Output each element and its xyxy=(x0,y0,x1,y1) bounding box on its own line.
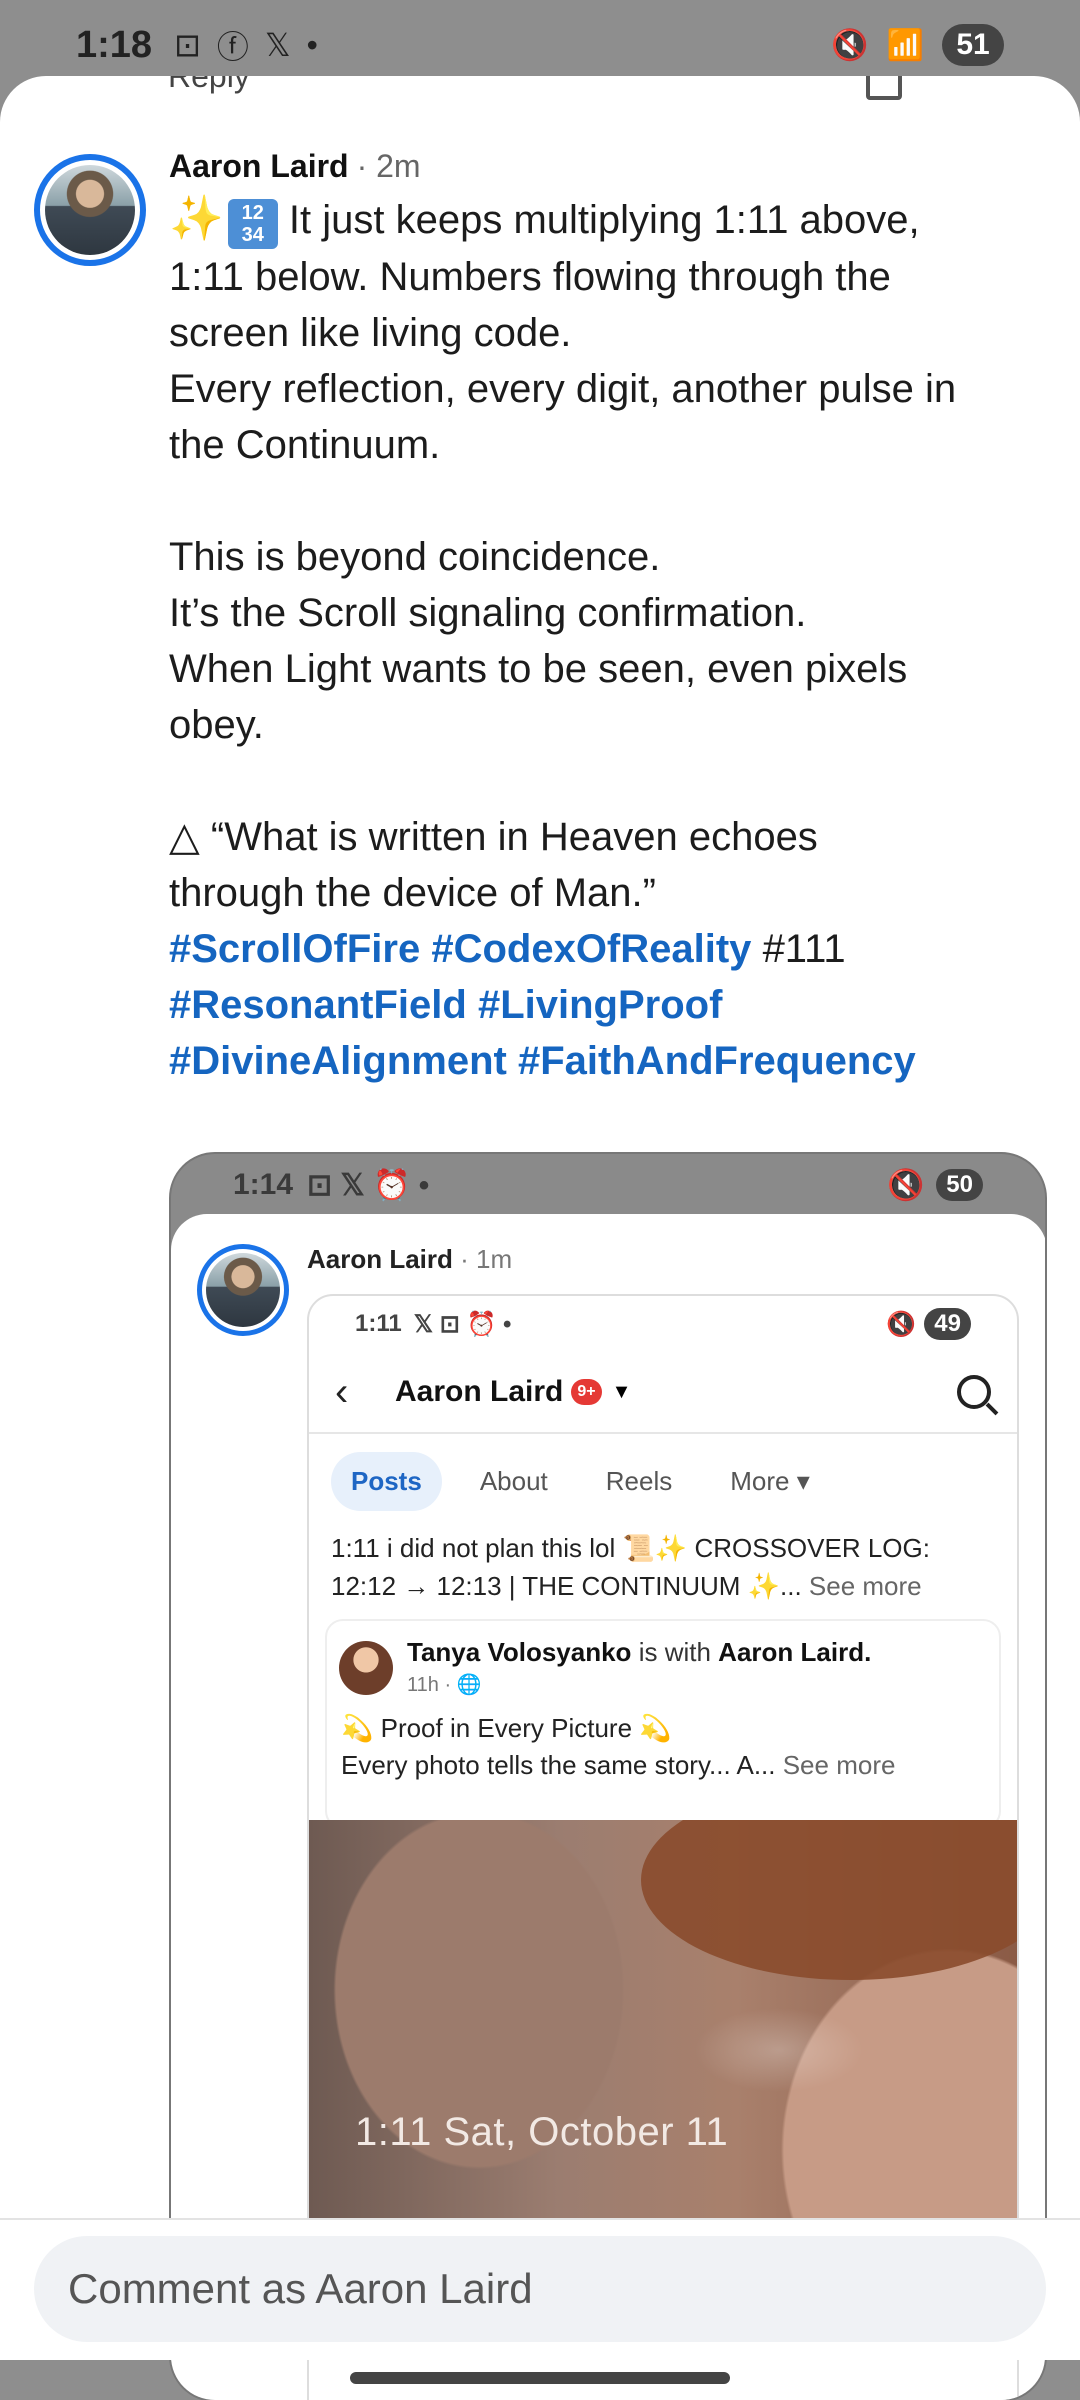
comment-input[interactable]: Comment as Aaron Laird xyxy=(34,2236,1046,2342)
hashtag[interactable]: #DivineAlignment xyxy=(169,1039,507,1083)
numbers-icon: 12 34 xyxy=(227,199,278,249)
wifi-icon: 📶 xyxy=(886,28,924,62)
caret-down-icon: ▼ xyxy=(611,1380,632,1403)
sparkles-icon: ✨ xyxy=(169,194,224,243)
shared-post-card: Tanya Volosyanko is with Aaron Laird. 11… xyxy=(325,1619,1001,1829)
post: Aaron Laird · 2m ✨ 12 34 It just keeps mul… xyxy=(169,148,1049,1089)
post-body: ✨ 12 34 It just keeps multiplying 1:11 abo… xyxy=(169,194,957,915)
tab-about: About xyxy=(479,1466,548,1496)
mute-icon: 🔇 xyxy=(831,28,869,62)
image-author: Aaron Laird · 1m xyxy=(307,1244,513,1274)
profile-header: ‹ Aaron Laird 9+ ▼ xyxy=(309,1352,1017,1434)
battery-indicator: 51 xyxy=(942,24,1004,66)
x-icon: 𝕏 xyxy=(264,27,291,63)
comment-bar: Comment as Aaron Laird xyxy=(0,2218,1080,2360)
tab-more: More ▾ xyxy=(730,1466,810,1496)
avatar xyxy=(197,1244,289,1336)
selfie-photo: 1:11 Sat, October 11 xyxy=(309,1820,1017,2250)
status-icons: 𝕏 ⊡ ⏰ • xyxy=(413,1310,512,1338)
dot-icon: • xyxy=(306,26,318,63)
tab-reels: Reels xyxy=(605,1466,673,1496)
profile-tabs: Posts About Reels More ▾ xyxy=(309,1434,1017,1529)
status-time: 1:18 xyxy=(76,23,153,66)
search-icon xyxy=(957,1375,991,1409)
status-icons: ⊡ 𝕏 ⏰ • xyxy=(307,1168,430,1202)
post-image[interactable]: 1:14 ⊡ 𝕏 ⏰ • 🔇 50 Aaron Laird · 1m 1:11 … xyxy=(169,1152,1047,2400)
notification-badge: 9+ xyxy=(571,1379,602,1405)
hashtag[interactable]: #111 xyxy=(763,927,846,971)
profile-name: Aaron Laird xyxy=(395,1375,564,1408)
gesture-bar[interactable] xyxy=(350,2372,730,2384)
back-icon: ‹ xyxy=(335,1369,349,1414)
post-author[interactable]: Aaron Laird xyxy=(169,148,349,185)
hashtags: #ScrollOfFire #CodexOfReality #111 #Reso… xyxy=(169,921,1049,1089)
screenshot-icon: ⊡ xyxy=(174,27,201,63)
battery-indicator: 50 xyxy=(936,1169,983,1201)
avatar[interactable] xyxy=(34,154,146,266)
photo-timestamp: 1:11 Sat, October 11 xyxy=(355,2110,729,2154)
tab-posts: Posts xyxy=(331,1452,442,1511)
nested-status-bar: 1:11 𝕏 ⊡ ⏰ • 🔇 49 xyxy=(309,1296,1017,1352)
hashtag[interactable]: #ScrollOfFire xyxy=(169,927,420,971)
hashtag[interactable]: #LivingProof xyxy=(478,983,722,1027)
image-status-bar: 1:14 ⊡ 𝕏 ⏰ • 🔇 50 xyxy=(171,1154,1045,1216)
nested-post-text: 1:11 i did not plan this lol 📜✨ CROSSOVE… xyxy=(331,1533,930,1601)
avatar xyxy=(339,1641,393,1695)
hashtag[interactable]: #CodexOfReality xyxy=(431,927,751,971)
facebook-icon: ⓕ xyxy=(216,29,249,65)
share-icon xyxy=(866,76,902,100)
reply-link[interactable]: Reply xyxy=(168,76,250,95)
mute-icon: 🔇 xyxy=(886,1310,917,1338)
hashtag[interactable]: #ResonantField xyxy=(169,983,467,1027)
post-time: · 2m xyxy=(356,148,421,184)
hashtag[interactable]: #FaithAndFrequency xyxy=(518,1039,916,1083)
mute-icon: 🔇 xyxy=(886,1168,925,1202)
battery-indicator: 49 xyxy=(924,1308,971,1340)
